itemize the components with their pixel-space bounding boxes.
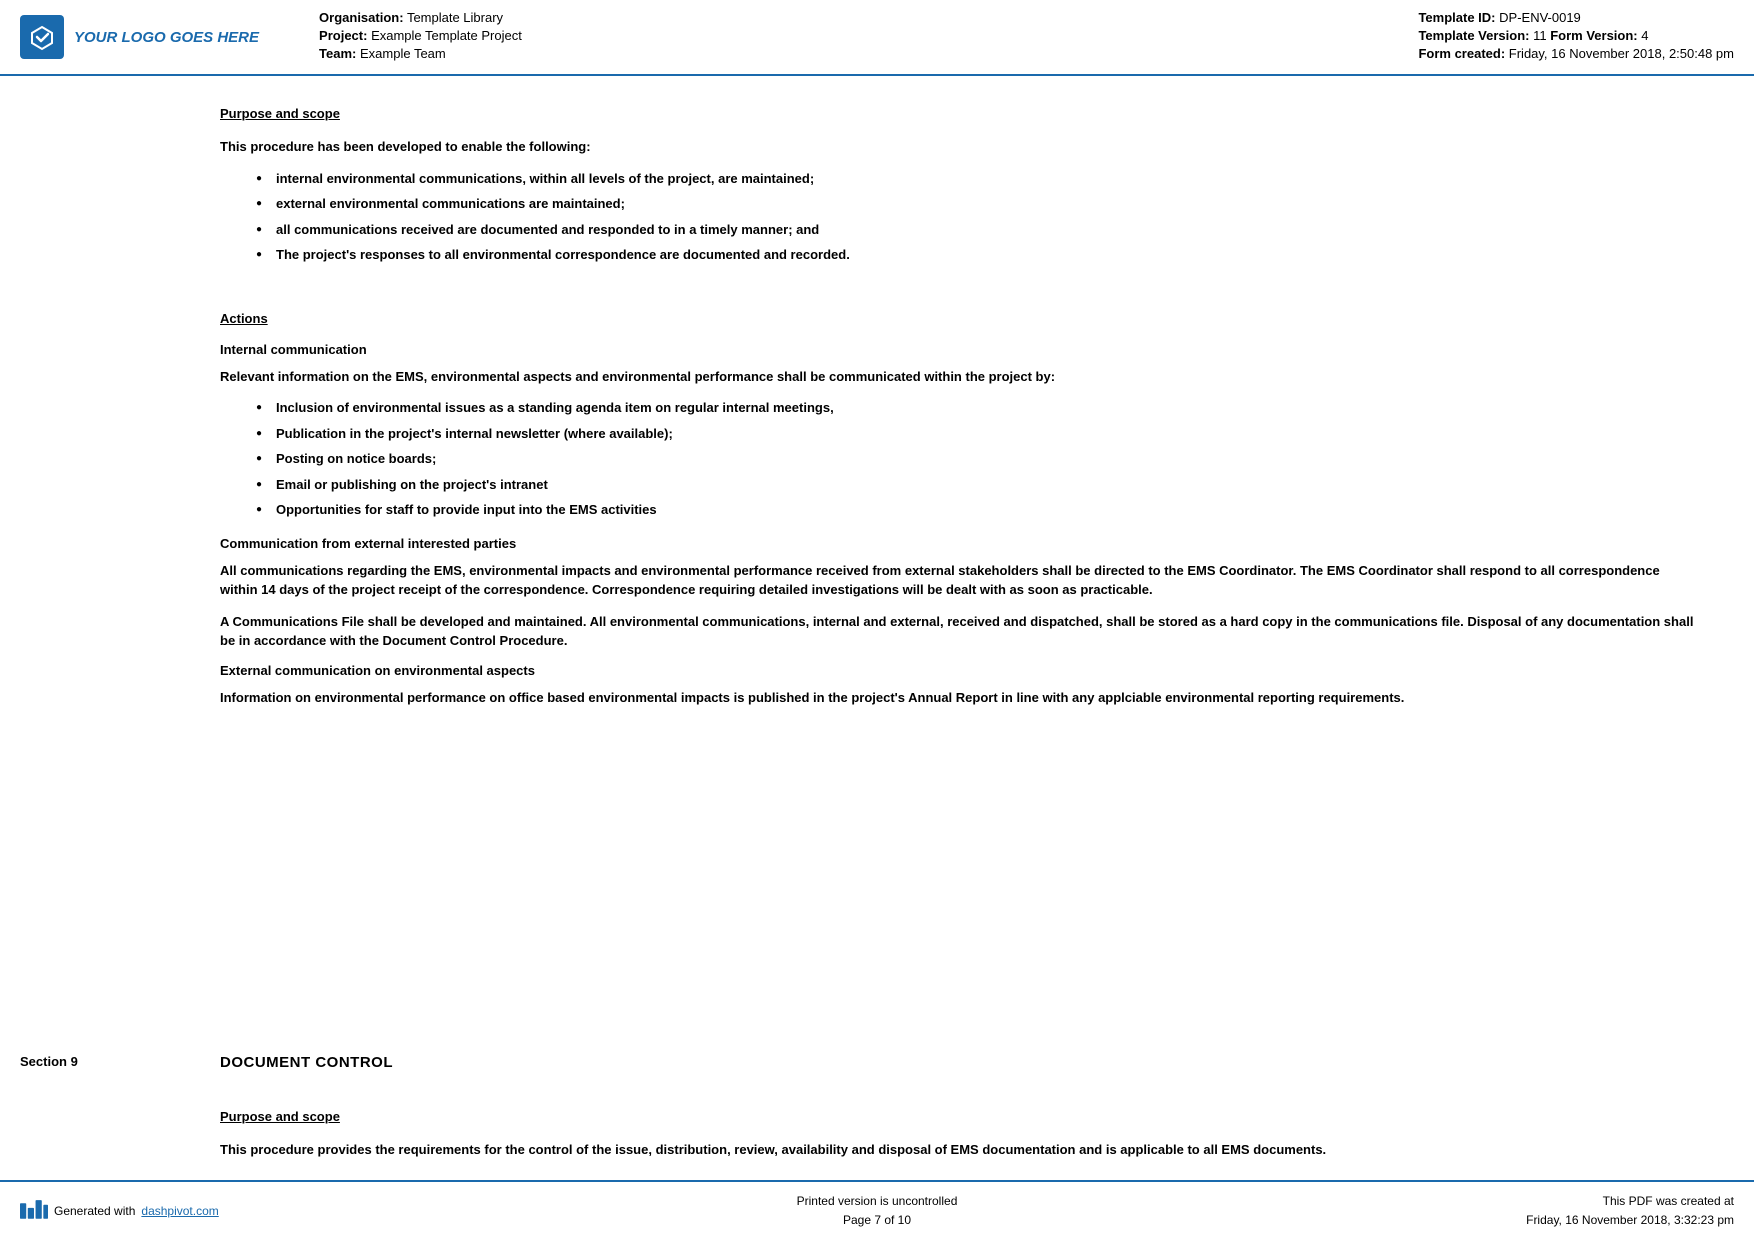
internal-bullet-4: Email or publishing on the project's int… [260,475,1694,495]
section9-purpose-heading: Purpose and scope [220,1109,1694,1124]
external-parties-text: All communications regarding the EMS, en… [220,561,1694,600]
internal-bullet-1: Inclusion of environmental issues as a s… [260,398,1694,418]
bullet-item-2: external environmental communications ar… [260,194,1694,214]
team-line: Team: Example Team [319,46,1378,61]
section9-content-main: Purpose and scope This procedure provide… [200,1109,1754,1172]
section9-content-left [0,1109,200,1172]
footer-center-line2: Page 7 of 10 [300,1211,1454,1230]
bullet-item-4: The project's responses to all environme… [260,245,1694,265]
intro-text: This procedure has been developed to ena… [220,137,1694,157]
external-env-text: Information on environmental performance… [220,688,1694,708]
internal-bullet-5: Opportunities for staff to provide input… [260,500,1694,520]
template-version-line: Template Version: 11 Form Version: 4 [1418,28,1734,43]
external-env-title: External communication on environmental … [220,663,1694,678]
form-created-line: Form created: Friday, 16 November 2018, … [1418,46,1734,61]
section9-row: Section 9 DOCUMENT CONTROL [0,1054,1754,1071]
actions-heading: Actions [220,311,1694,326]
internal-bullet-list: Inclusion of environmental issues as a s… [260,398,1694,520]
project-line: Project: Example Template Project [319,28,1378,43]
header-right: Template ID: DP-ENV-0019 Template Versio… [1378,10,1734,64]
footer: Generated with dashpivot.com Printed ver… [0,1180,1754,1240]
content-area: Purpose and scope This procedure has bee… [0,76,1754,1054]
internal-comm-intro: Relevant information on the EMS, environ… [220,367,1694,387]
page-wrapper: YOUR LOGO GOES HERE Organisation: Templa… [0,0,1754,1240]
header-center: Organisation: Template Library Project: … [259,10,1378,64]
internal-bullet-3: Posting on notice boards; [260,449,1694,469]
org-line: Organisation: Template Library [319,10,1378,25]
section9-label: Section 9 [20,1050,78,1069]
footer-logo-icon [20,1200,48,1222]
internal-comm-title: Internal communication [220,342,1694,357]
bullet-item-1: internal environmental communications, w… [260,169,1694,189]
bullet-item-3: all communications received are document… [260,220,1694,240]
template-id-line: Template ID: DP-ENV-0019 [1418,10,1734,25]
section9-title: DOCUMENT CONTROL [220,1054,393,1071]
external-parties-title: Communication from external interested p… [220,536,1694,551]
footer-center-line1: Printed version is uncontrolled [300,1192,1454,1211]
main-content: Purpose and scope This procedure has bee… [200,106,1754,1024]
purpose-scope-heading: Purpose and scope [220,106,1694,121]
spacer-2 [0,1079,1754,1109]
footer-generated-link[interactable]: dashpivot.com [141,1204,218,1218]
logo-icon [20,15,64,59]
intro-bullet-list: internal environmental communications, w… [260,169,1694,265]
footer-generated-label: Generated with [54,1204,135,1218]
footer-right-line1: This PDF was created at [1454,1192,1734,1211]
section9-label-cell: Section 9 [0,1054,200,1071]
left-column [0,106,200,1024]
logo-text: YOUR LOGO GOES HERE [74,29,259,46]
spacer-1 [220,281,1694,311]
header: YOUR LOGO GOES HERE Organisation: Templa… [0,0,1754,76]
header-logo: YOUR LOGO GOES HERE [20,10,259,64]
section9-purpose-text: This procedure provides the requirements… [220,1140,1694,1160]
footer-right: This PDF was created at Friday, 16 Novem… [1454,1192,1734,1230]
footer-right-line2: Friday, 16 November 2018, 3:32:23 pm [1454,1211,1734,1230]
internal-bullet-2: Publication in the project's internal ne… [260,424,1694,444]
footer-left: Generated with dashpivot.com [20,1200,300,1222]
section9-content-row: Purpose and scope This procedure provide… [0,1109,1754,1172]
comms-file-text: A Communications File shall be developed… [220,612,1694,651]
section9-title-cell: DOCUMENT CONTROL [200,1054,1754,1071]
footer-center: Printed version is uncontrolled Page 7 o… [300,1192,1454,1230]
